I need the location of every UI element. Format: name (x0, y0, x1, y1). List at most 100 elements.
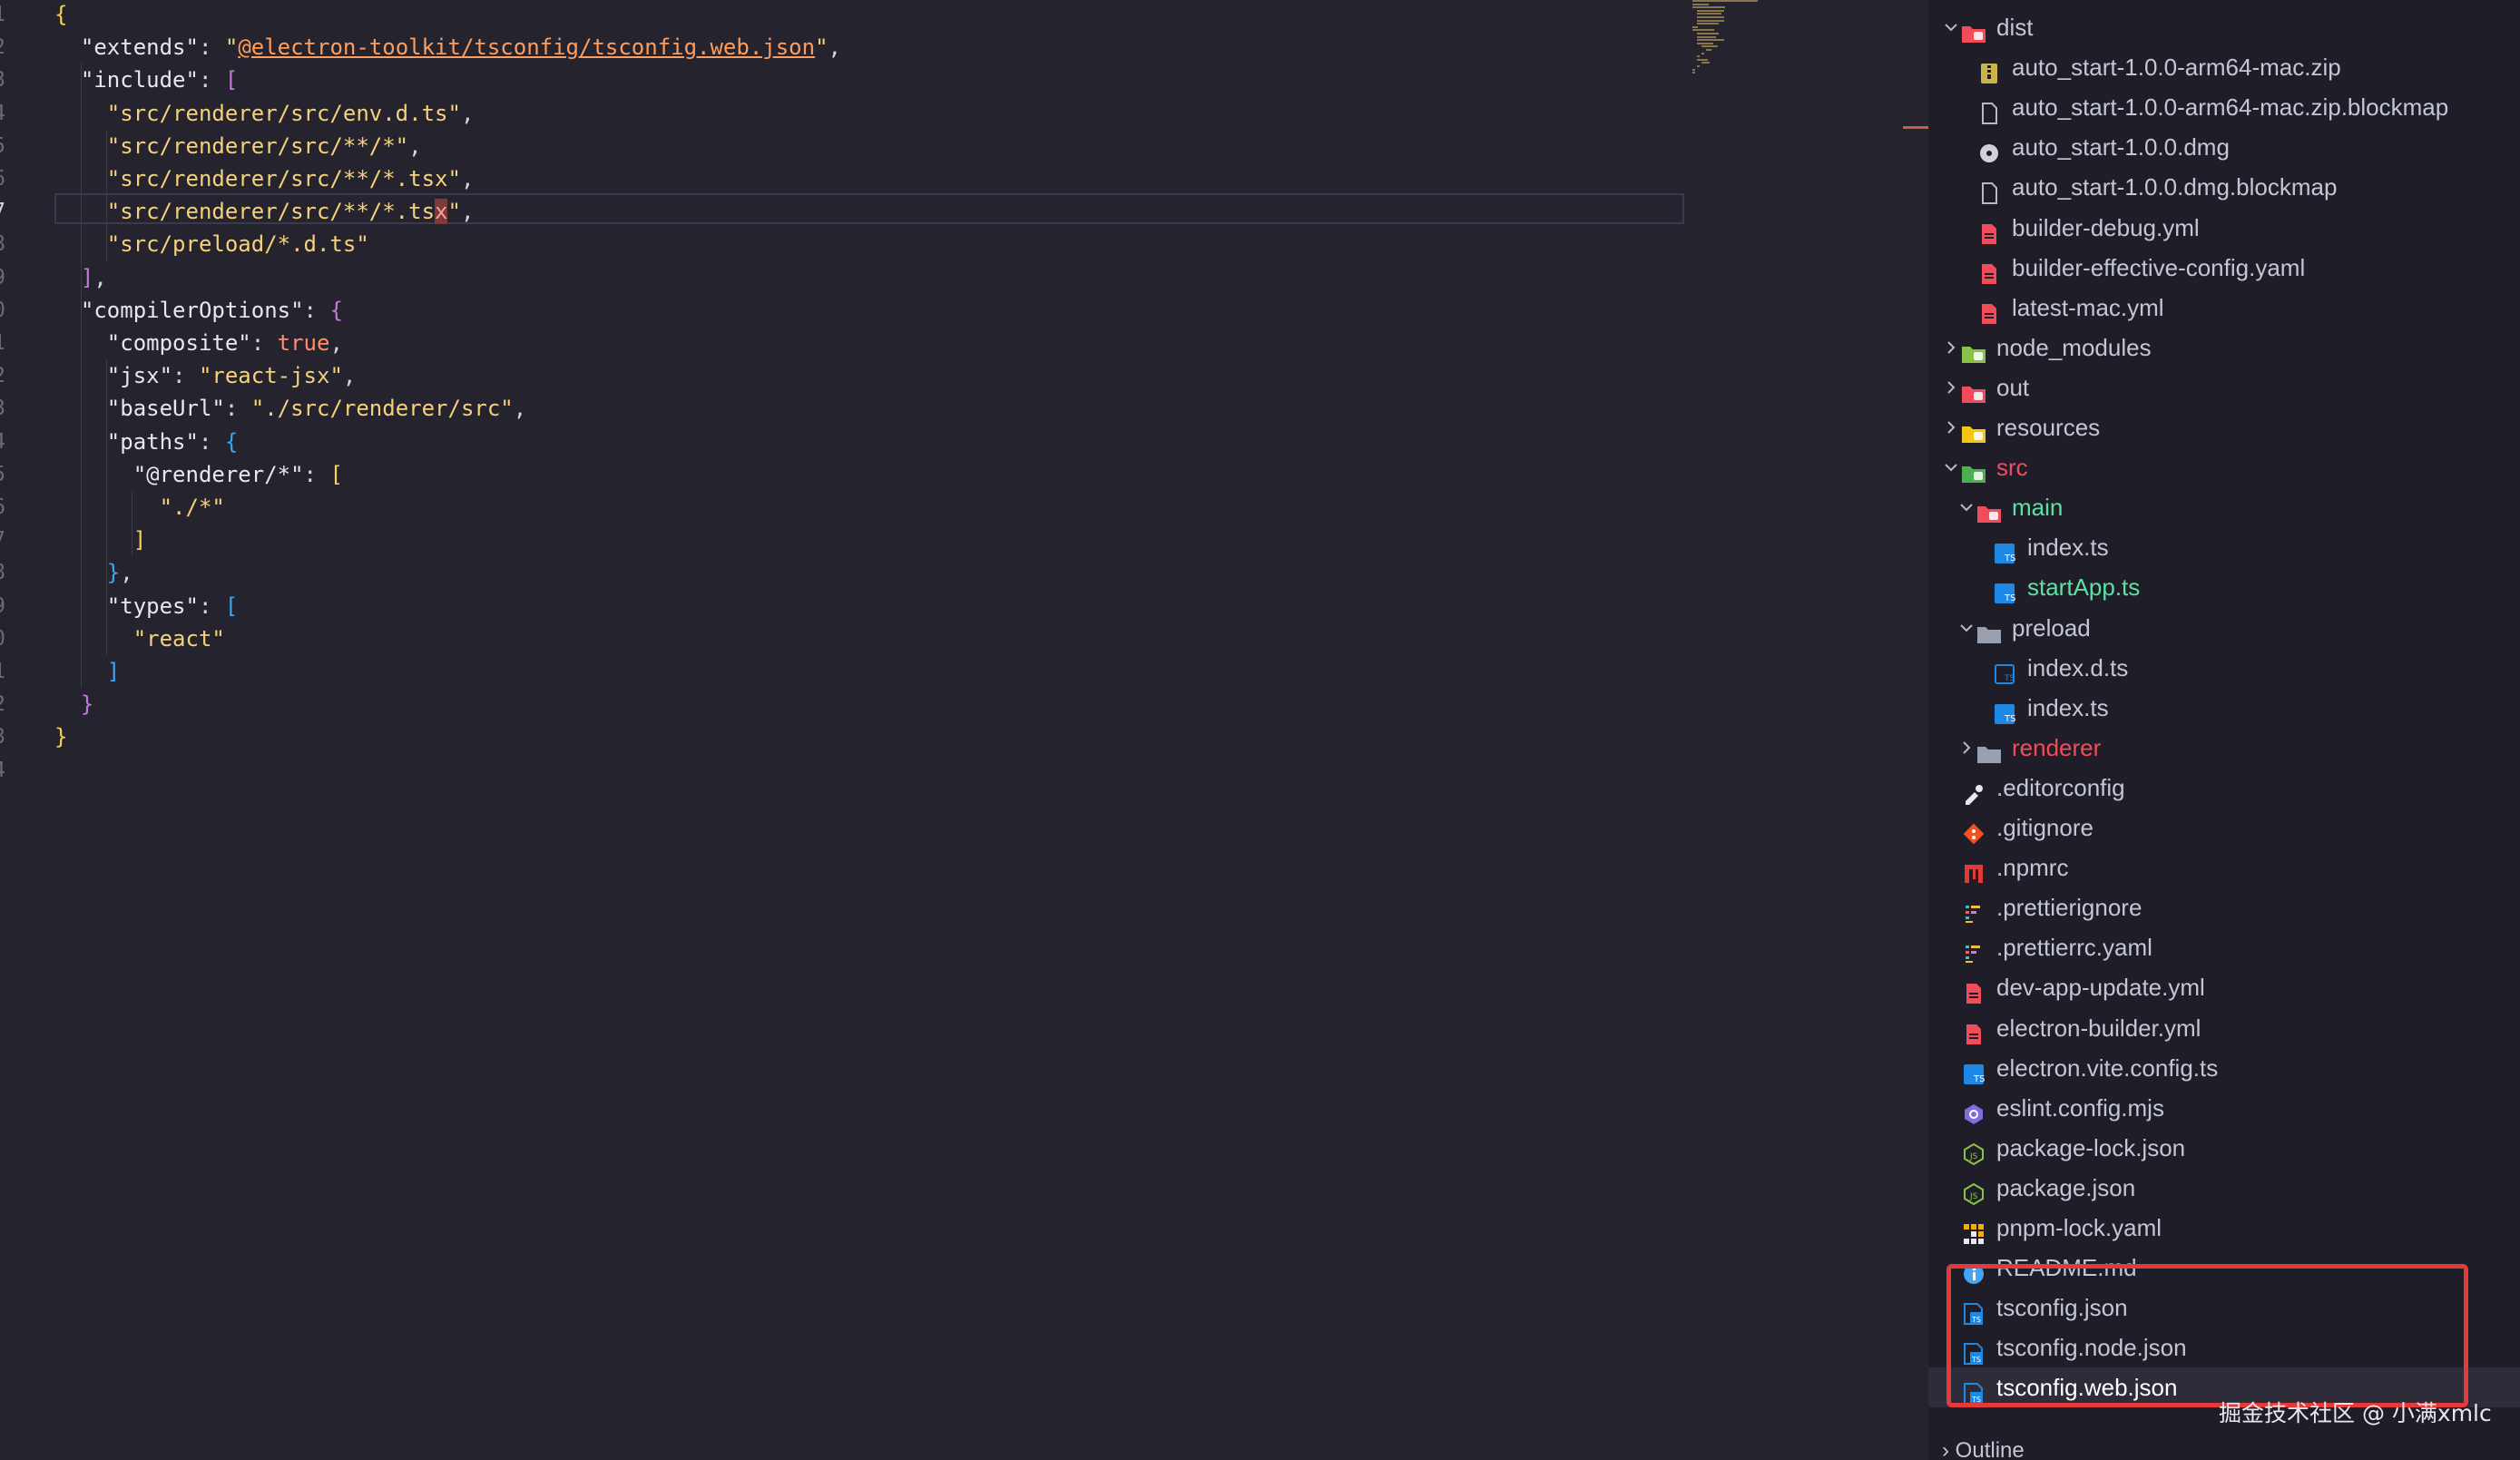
chevron-down-icon[interactable] (1956, 608, 1977, 648)
tree-item-label: auto_start-1.0.0-arm64-mac.zip.blockmap (2012, 93, 2449, 122)
chevron-right-icon[interactable] (1940, 328, 1962, 367)
minimap-line (1697, 13, 1721, 15)
file-tree-item[interactable]: JS package-lock.json (1928, 1128, 2520, 1168)
code-line[interactable]: ], (54, 261, 107, 294)
code-line[interactable]: } (54, 720, 67, 753)
file-tree-item[interactable]: dev-app-update.yml (1928, 967, 2520, 1007)
code-line[interactable]: "./*" (54, 491, 225, 524)
file-tree-item[interactable]: .editorconfig (1928, 768, 2520, 808)
code-token: , (120, 560, 133, 586)
minimap-line (1692, 68, 1695, 71)
chevron-right-icon[interactable] (1940, 407, 1962, 447)
file-tree-item[interactable]: auto_start-1.0.0-arm64-mac.zip (1928, 47, 2520, 87)
tree-item-label: .prettierignore (1996, 894, 2142, 922)
folder-tree-item[interactable]: node_modules (1928, 328, 2520, 367)
code-line[interactable]: "baseUrl": "./src/renderer/src", (54, 392, 526, 425)
file-tree-item[interactable]: JS package.json (1928, 1168, 2520, 1208)
minimap-line (1697, 16, 1724, 18)
svg-text:TS: TS (2004, 714, 2015, 724)
code-line[interactable]: "src/preload/*.d.ts" (54, 228, 369, 260)
file-tree-item[interactable]: eslint.config.mjs (1928, 1088, 2520, 1128)
tree-item-label: index.d.ts (2027, 653, 2129, 681)
file-tree-item[interactable]: TS electron.vite.config.ts (1928, 1048, 2520, 1088)
folder-tree-item[interactable]: src (1928, 447, 2520, 487)
file-tree-item[interactable]: .prettierignore (1928, 887, 2520, 927)
file-tree-item[interactable]: TS index.d.ts (1928, 648, 2520, 688)
code-line[interactable]: { (54, 0, 67, 31)
file-tree-item[interactable]: builder-debug.yml (1928, 208, 2520, 248)
file-tree-item[interactable]: latest-mac.yml (1928, 288, 2520, 328)
outline-label: Outline (1955, 1438, 2025, 1460)
file-tree-item[interactable]: electron-builder.yml (1928, 1008, 2520, 1048)
outline-section-header[interactable]: › Outline (1942, 1438, 2025, 1460)
minimap-line (1697, 9, 1724, 12)
code-line[interactable]: "src/renderer/src/env.d.ts", (54, 97, 475, 130)
code-line[interactable]: "types": [ (54, 590, 239, 622)
code-line[interactable]: "jsx": "react-jsx", (54, 359, 357, 392)
code-line[interactable]: "src/renderer/src/**/*", (54, 130, 422, 162)
code-token: : (198, 428, 225, 455)
git-icon (1963, 817, 1985, 845)
chevron-down-icon[interactable] (1940, 7, 1962, 47)
code-line[interactable]: } (54, 688, 93, 720)
file-tree-item[interactable]: .gitignore (1928, 808, 2520, 848)
tree-item-label: main (2012, 494, 2064, 522)
minimap-line (1706, 49, 1711, 51)
file-tree-item[interactable]: TS index.ts (1928, 527, 2520, 567)
code-editor[interactable]: 123456789012345678901234 { "extends": "@… (0, 0, 1928, 1460)
folder-tree-item[interactable]: main (1928, 487, 2520, 527)
code-token: { (54, 2, 68, 27)
file-tree-item[interactable]: auto_start-1.0.0.dmg.blockmap (1928, 167, 2520, 207)
code-token: "baseUrl" (106, 396, 225, 422)
code-line[interactable]: "composite": true, (54, 327, 343, 359)
folder-tree-item[interactable]: dist (1928, 7, 2520, 47)
file-tree-item[interactable]: auto_start-1.0.0.dmg (1928, 127, 2520, 167)
file-tree-item[interactable]: TS index.ts (1928, 688, 2520, 728)
disk-icon (1978, 136, 2000, 163)
code-line[interactable]: "paths": { (54, 426, 239, 458)
code-line[interactable]: ] (54, 655, 120, 688)
code-line[interactable]: }, (54, 556, 133, 589)
node-folder-icon (1961, 337, 1986, 363)
file-tree-item[interactable]: auto_start-1.0.0-arm64-mac.zip.blockmap (1928, 87, 2520, 127)
code-token: , (460, 166, 475, 191)
code-line[interactable]: "@renderer/*": [ (54, 458, 343, 491)
minimap-line (1701, 62, 1710, 64)
code-line[interactable]: "react" (54, 622, 225, 655)
folder-tree-item[interactable]: renderer (1928, 728, 2520, 768)
chevron-down-icon[interactable] (1940, 447, 1962, 487)
chevron-down-icon[interactable] (1956, 487, 1977, 527)
code-token: : (303, 461, 330, 487)
file-tree-item[interactable]: TS startApp.ts (1928, 567, 2520, 607)
code-line[interactable]: "extends": "@electron-toolkit/tsconfig/t… (54, 31, 841, 64)
code-line[interactable]: ] (54, 524, 146, 556)
code-line[interactable]: "compilerOptions": { (54, 294, 343, 327)
tree-item-label: resources (1996, 414, 2101, 441)
chevron-right-icon[interactable] (1956, 728, 1977, 768)
tree-item-label: .gitignore (1996, 814, 2093, 841)
resources-folder-icon (1961, 416, 1986, 443)
file-tree-item[interactable]: .prettierrc.yaml (1928, 927, 2520, 967)
file-tree-item[interactable]: pnpm-lock.yaml (1928, 1208, 2520, 1248)
file-tree-item[interactable]: builder-effective-config.yaml (1928, 248, 2520, 288)
file-explorer[interactable]: dist auto_start-1.0.0-arm64-mac.zip auto_s… (1928, 0, 2520, 1460)
folder-tree-item[interactable]: out (1928, 367, 2520, 407)
file-tree-item[interactable]: .npmrc (1928, 848, 2520, 887)
line-number: 8 (0, 556, 5, 589)
folder-tree-item[interactable]: preload (1928, 608, 2520, 648)
code-line[interactable]: "src/renderer/src/**/*.tsx", (54, 195, 474, 228)
svg-text:JS: JS (1969, 1192, 1978, 1201)
chevron-right-icon[interactable] (1940, 367, 1962, 407)
folder-tree-item[interactable]: resources (1928, 407, 2520, 447)
tree-item-label: src (1996, 454, 2028, 482)
code-line[interactable]: "include": [ (54, 64, 238, 96)
minimap[interactable] (1692, 0, 1829, 82)
code-line[interactable]: "src/renderer/src/**/*.tsx", (54, 162, 475, 195)
dist-folder-icon (1961, 16, 1986, 43)
